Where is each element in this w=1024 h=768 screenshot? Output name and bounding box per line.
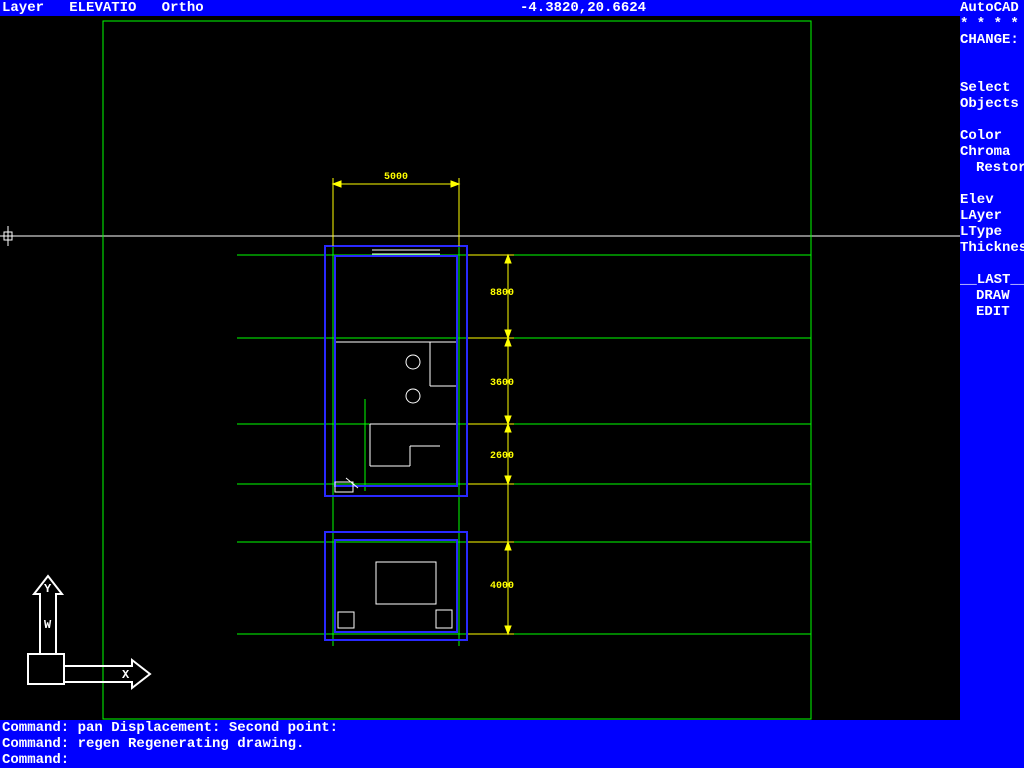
dim-r1: 8800	[490, 288, 514, 299]
command-history-2: Command: regen Regenerating drawing.	[2, 736, 1024, 752]
dim-r2: 3600	[490, 378, 514, 389]
command-area[interactable]: Command: pan Displacement: Second point:…	[0, 720, 1024, 768]
screen-menu: AutoCAD * * * * CHANGE: Select Objects C…	[960, 0, 1024, 768]
menu-select[interactable]: Select	[960, 80, 1024, 96]
menu-thicknes[interactable]: Thicknes	[960, 240, 1024, 256]
menu-layer[interactable]: LAyer	[960, 208, 1024, 224]
menu-title: AutoCAD	[960, 0, 1024, 16]
drawing-svg: W Y X	[0, 16, 960, 720]
menu-objects[interactable]: Objects	[960, 96, 1024, 112]
command-history-1: Command: pan Displacement: Second point:	[2, 720, 1024, 736]
menu-draw[interactable]: DRAW	[960, 288, 1024, 304]
menu-restore[interactable]: Restore	[960, 160, 1024, 176]
ortho-indicator: Ortho	[162, 0, 204, 16]
menu-ltype[interactable]: LType	[960, 224, 1024, 240]
menu-last[interactable]: __LAST__	[960, 272, 1024, 288]
coordinates-readout: -4.3820,20.6624	[520, 0, 646, 16]
menu-color[interactable]: Color	[960, 128, 1024, 144]
drawing-canvas[interactable]: W Y X 5000 8800 3600 2600 4000	[0, 16, 960, 720]
layer-status: Layer ELEVATIO Ortho	[2, 0, 204, 16]
dim-top: 5000	[384, 172, 408, 183]
layer-name: ELEVATIO	[69, 0, 136, 16]
menu-edit[interactable]: EDIT	[960, 304, 1024, 320]
interior-lines	[335, 250, 456, 628]
menu-chroma[interactable]: Chroma	[960, 144, 1024, 160]
dim-r4: 4000	[490, 581, 514, 592]
command-prompt[interactable]: Command:	[2, 752, 1024, 768]
ucs-w-label: W	[44, 618, 52, 632]
construction-lines	[237, 184, 811, 646]
menu-stars: * * * *	[960, 16, 1024, 32]
ucs-y-label: Y	[44, 582, 52, 596]
ucs-x-label: X	[122, 668, 130, 682]
status-bar: Layer ELEVATIO Ortho -4.3820,20.6624	[0, 0, 960, 16]
menu-elev[interactable]: Elev	[960, 192, 1024, 208]
walls	[325, 246, 467, 640]
menu-change[interactable]: CHANGE:	[960, 32, 1024, 48]
layer-label: Layer	[2, 0, 44, 16]
dim-r3: 2600	[490, 451, 514, 462]
